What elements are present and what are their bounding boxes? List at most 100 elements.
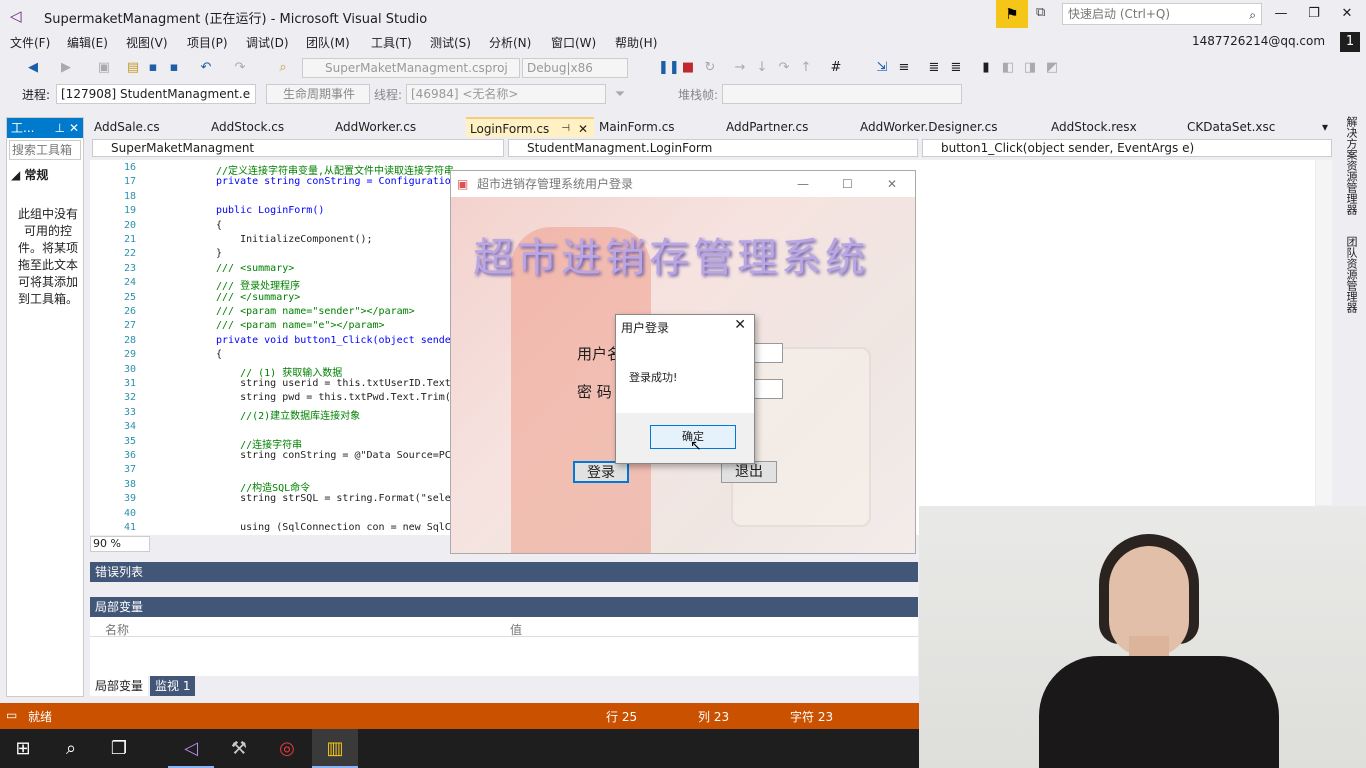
menu-file[interactable]: 文件(F) — [10, 34, 50, 51]
login-button[interactable]: 登录 — [573, 461, 629, 483]
step-into-icon[interactable]: ↓ — [754, 60, 770, 76]
tab-addworker-designer[interactable]: AddWorker.Designer.cs — [860, 117, 998, 137]
code-line[interactable]: using (SqlConnection con = new SqlCo — [216, 522, 457, 533]
menu-view[interactable]: 视图(V) — [126, 34, 168, 51]
lifecycle-events-dropdown[interactable]: 生命周期事件 — [266, 84, 370, 104]
toolbox-search-input[interactable]: 搜索工具箱 — [9, 140, 81, 160]
menu-team[interactable]: 团队(M) — [306, 34, 350, 51]
code-line[interactable]: { — [216, 220, 222, 231]
login-minimize-button[interactable]: — — [797, 171, 809, 197]
visual-studio-taskbar-icon[interactable]: ◁ — [168, 729, 214, 768]
menu-debug[interactable]: 调试(D) — [246, 34, 289, 51]
login-maximize-button[interactable]: ☐ — [842, 171, 853, 197]
startup-project-dropdown[interactable]: SuperMaketManagment.csproj — [302, 58, 520, 78]
menu-test[interactable]: 测试(S) — [430, 34, 471, 51]
bookmark-icon[interactable]: ▮ — [978, 60, 994, 76]
close-panel-icon[interactable]: ✕ — [69, 118, 79, 138]
zoom-dropdown[interactable]: 90 % — [90, 536, 150, 552]
configuration-dropdown[interactable]: Debug|x86 — [522, 58, 628, 78]
team-explorer-tab[interactable]: 团队资源管理器 — [1343, 236, 1359, 313]
tools-taskbar-icon[interactable]: ⚒ — [216, 729, 262, 768]
menu-project[interactable]: 项目(P) — [187, 34, 228, 51]
editor-scrollbar[interactable] — [1316, 160, 1332, 505]
format-icon[interactable]: ≡ — [896, 60, 912, 76]
tab-addpartner[interactable]: AddPartner.cs — [726, 117, 808, 137]
clear-bookmarks-icon[interactable]: ◩ — [1044, 60, 1060, 76]
code-line[interactable]: string userid = this.txtUserID.Text. — [216, 378, 457, 389]
menu-help[interactable]: 帮助(H) — [615, 34, 657, 51]
restore-button[interactable]: ❐ — [1303, 6, 1325, 24]
code-line[interactable]: //定义连接字符串变量,从配置文件中读取连接字符串 — [216, 162, 454, 177]
tab-watch-1[interactable]: 监视 1 — [150, 676, 196, 696]
windows-start-icon[interactable]: ⊞ — [0, 729, 46, 768]
prev-bookmark-icon[interactable]: ◧ — [1000, 60, 1016, 76]
redo-icon[interactable]: ↷ — [232, 60, 248, 76]
error-list-header[interactable]: 错误列表 — [90, 562, 918, 582]
feedback-icon[interactable]: ⧉ — [1036, 5, 1056, 23]
tab-addworker[interactable]: AddWorker.cs — [335, 117, 416, 137]
quick-launch-input[interactable]: 快速启动 (Ctrl+Q) ⌕ — [1062, 3, 1262, 25]
stop-icon[interactable]: ■ — [680, 60, 696, 76]
tab-addsale[interactable]: AddSale.cs — [94, 117, 160, 137]
tab-loginform[interactable]: LoginForm.cs ⊣ ✕ — [466, 117, 594, 137]
login-form-taskbar-icon[interactable]: ▥ — [312, 729, 358, 768]
tab-ckdataset[interactable]: CKDataSet.xsc — [1187, 117, 1275, 137]
restart-icon[interactable]: ↻ — [702, 60, 718, 76]
code-line[interactable]: //构造SQL命令 — [216, 479, 310, 494]
thread-dropdown[interactable]: [46984] <无名称> — [406, 84, 606, 104]
menu-edit[interactable]: 编辑(E) — [67, 34, 108, 51]
account-name[interactable]: 1487726214@qq.com — [1192, 34, 1325, 48]
code-line[interactable]: private void button1_Click(object sender — [216, 335, 457, 346]
close-button[interactable]: ✕ — [1336, 6, 1358, 24]
code-line[interactable]: /// <summary> — [216, 263, 294, 274]
forward-icon[interactable]: ▶ — [58, 60, 74, 76]
comment-icon[interactable]: ≣ — [926, 60, 942, 76]
project-dropdown[interactable]: SuperMaketManagment — [92, 139, 504, 157]
column-value[interactable]: 值 — [510, 621, 522, 638]
code-line[interactable]: //(2)建立数据库连接对象 — [216, 407, 360, 422]
account-badge[interactable]: 1 — [1340, 32, 1360, 52]
process-dropdown[interactable]: [127908] StudentManagment.e — [56, 84, 256, 104]
menu-tools[interactable]: 工具(T) — [371, 34, 412, 51]
login-close-button[interactable]: ✕ — [887, 171, 897, 197]
code-line[interactable]: string conString = @"Data Source=PC- — [216, 450, 457, 461]
task-view-icon[interactable]: ❐ — [96, 729, 142, 768]
code-line[interactable]: string pwd = this.txtPwd.Text.Trim() — [216, 392, 457, 403]
pin-tab-icon[interactable]: ⊣ — [561, 119, 570, 139]
pin-icon[interactable]: ⊥ — [55, 118, 65, 138]
code-line[interactable]: } — [216, 248, 222, 259]
exit-button[interactable]: 退出 — [721, 461, 777, 483]
thread-icon[interactable]: ⇲ — [874, 60, 890, 76]
code-line[interactable]: private string conString = Configuration — [216, 176, 457, 187]
code-line[interactable]: // (1) 获取输入数据 — [216, 364, 342, 379]
code-line[interactable]: string strSQL = string.Format("selec — [216, 493, 457, 504]
music-app-taskbar-icon[interactable]: ◎ — [264, 729, 310, 768]
code-line[interactable]: /// <param name="sender"></param> — [216, 306, 415, 317]
code-line[interactable]: /// 登录处理程序 — [216, 277, 300, 292]
code-line[interactable]: /// </summary> — [216, 292, 300, 303]
open-file-icon[interactable]: ▤ — [125, 60, 141, 76]
next-bookmark-icon[interactable]: ◨ — [1022, 60, 1038, 76]
pause-icon[interactable]: ❚❚ — [658, 60, 680, 76]
code-line[interactable]: /// <param name="e"></param> — [216, 320, 385, 331]
filter-icon[interactable]: ⏷ — [612, 87, 628, 103]
save-icon[interactable]: ▪ — [145, 60, 161, 76]
save-all-icon[interactable]: ▪ — [166, 60, 182, 76]
code-line[interactable]: { — [216, 349, 222, 360]
step-out-icon[interactable]: ↑ — [798, 60, 814, 76]
tab-overflow-icon[interactable]: ▾ — [1322, 117, 1328, 137]
notification-flag-icon[interactable]: ⚑ — [996, 0, 1028, 28]
tab-addstock[interactable]: AddStock.cs — [211, 117, 284, 137]
close-tab-icon[interactable]: ✕ — [578, 119, 588, 139]
menu-analyze[interactable]: 分析(N) — [489, 34, 531, 51]
menu-window[interactable]: 窗口(W) — [551, 34, 596, 51]
undo-icon[interactable]: ↶ — [198, 60, 214, 76]
tab-addstock-resx[interactable]: AddStock.resx — [1051, 117, 1137, 137]
search-taskbar-icon[interactable]: ⌕ — [48, 729, 94, 768]
stack-frame-dropdown[interactable] — [722, 84, 962, 104]
show-next-statement-icon[interactable]: → — [732, 60, 748, 76]
tab-mainform[interactable]: MainForm.cs — [599, 117, 675, 137]
back-icon[interactable]: ◀ — [25, 60, 41, 76]
uncomment-icon[interactable]: ≣ — [948, 60, 964, 76]
minimize-button[interactable]: — — [1270, 6, 1292, 24]
